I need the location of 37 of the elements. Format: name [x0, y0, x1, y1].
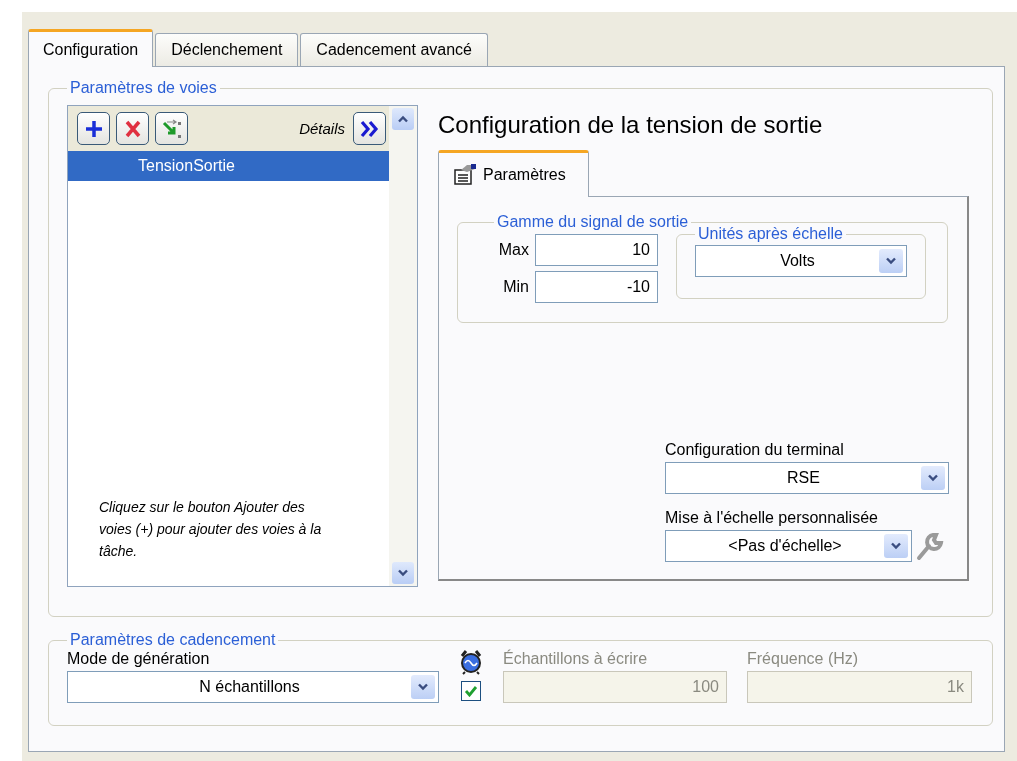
terminal-label: Configuration du terminal [665, 441, 845, 459]
expand-icon[interactable] [353, 112, 386, 145]
min-label: Min [502, 278, 529, 296]
check-icon [464, 685, 478, 697]
units-dropdown[interactable]: Volts [695, 245, 907, 277]
scaling-dropdown[interactable]: <Pas d'échelle> [665, 530, 912, 562]
scaling-label: Mise à l'échelle personnalisée [665, 509, 879, 527]
form-icon [453, 164, 477, 186]
mode-label: Mode de génération [67, 650, 211, 668]
scroll-down-icon[interactable] [392, 562, 414, 584]
section-title: Configuration de la tension de sortie [438, 111, 824, 139]
channel-item[interactable]: TensionSortie [68, 151, 389, 181]
tab[interactable]: Paramètres [438, 150, 589, 197]
max-label: Max [497, 241, 529, 259]
group-legend: Unités après échelle [695, 225, 846, 243]
tab[interactable]: Déclenchement [155, 33, 299, 66]
add-icon[interactable] [77, 112, 110, 145]
alarm-clock-icon [459, 649, 483, 675]
wrench-icon[interactable] [916, 531, 944, 561]
mode-dropdown[interactable]: N échantillons [67, 671, 439, 703]
max-field[interactable]: 10 [535, 234, 658, 266]
terminal-dropdown[interactable]: RSE [665, 462, 949, 494]
details-label: Détails [299, 120, 345, 137]
channel-list[interactable]: Détails TensionSortie Cliquez sur le bouton Ajouter des voies (+) pour ajouter des voies à la tâche. [67, 105, 418, 587]
scroll-up-icon[interactable] [392, 108, 414, 130]
hint-text: Cliquez sur le bouton Ajouter des voies (+) pour ajouter des voies à la tâche. [99, 498, 323, 561]
min-field[interactable]: -10 [535, 271, 658, 303]
group-legend: Paramètres de voies [67, 79, 220, 97]
samples-label: Échantillons à écrire [503, 650, 649, 668]
checkbox[interactable] [461, 681, 481, 701]
group-legend: Paramètres de cadencement [67, 631, 279, 649]
rate-label: Fréquence (Hz) [747, 650, 860, 668]
group-legend: Gamme du signal de sortie [494, 213, 692, 231]
scrollbar[interactable] [389, 106, 417, 586]
tab[interactable]: Configuration [28, 29, 154, 67]
tab[interactable]: Cadencement avancé [300, 33, 488, 66]
delete-icon[interactable] [116, 112, 149, 145]
